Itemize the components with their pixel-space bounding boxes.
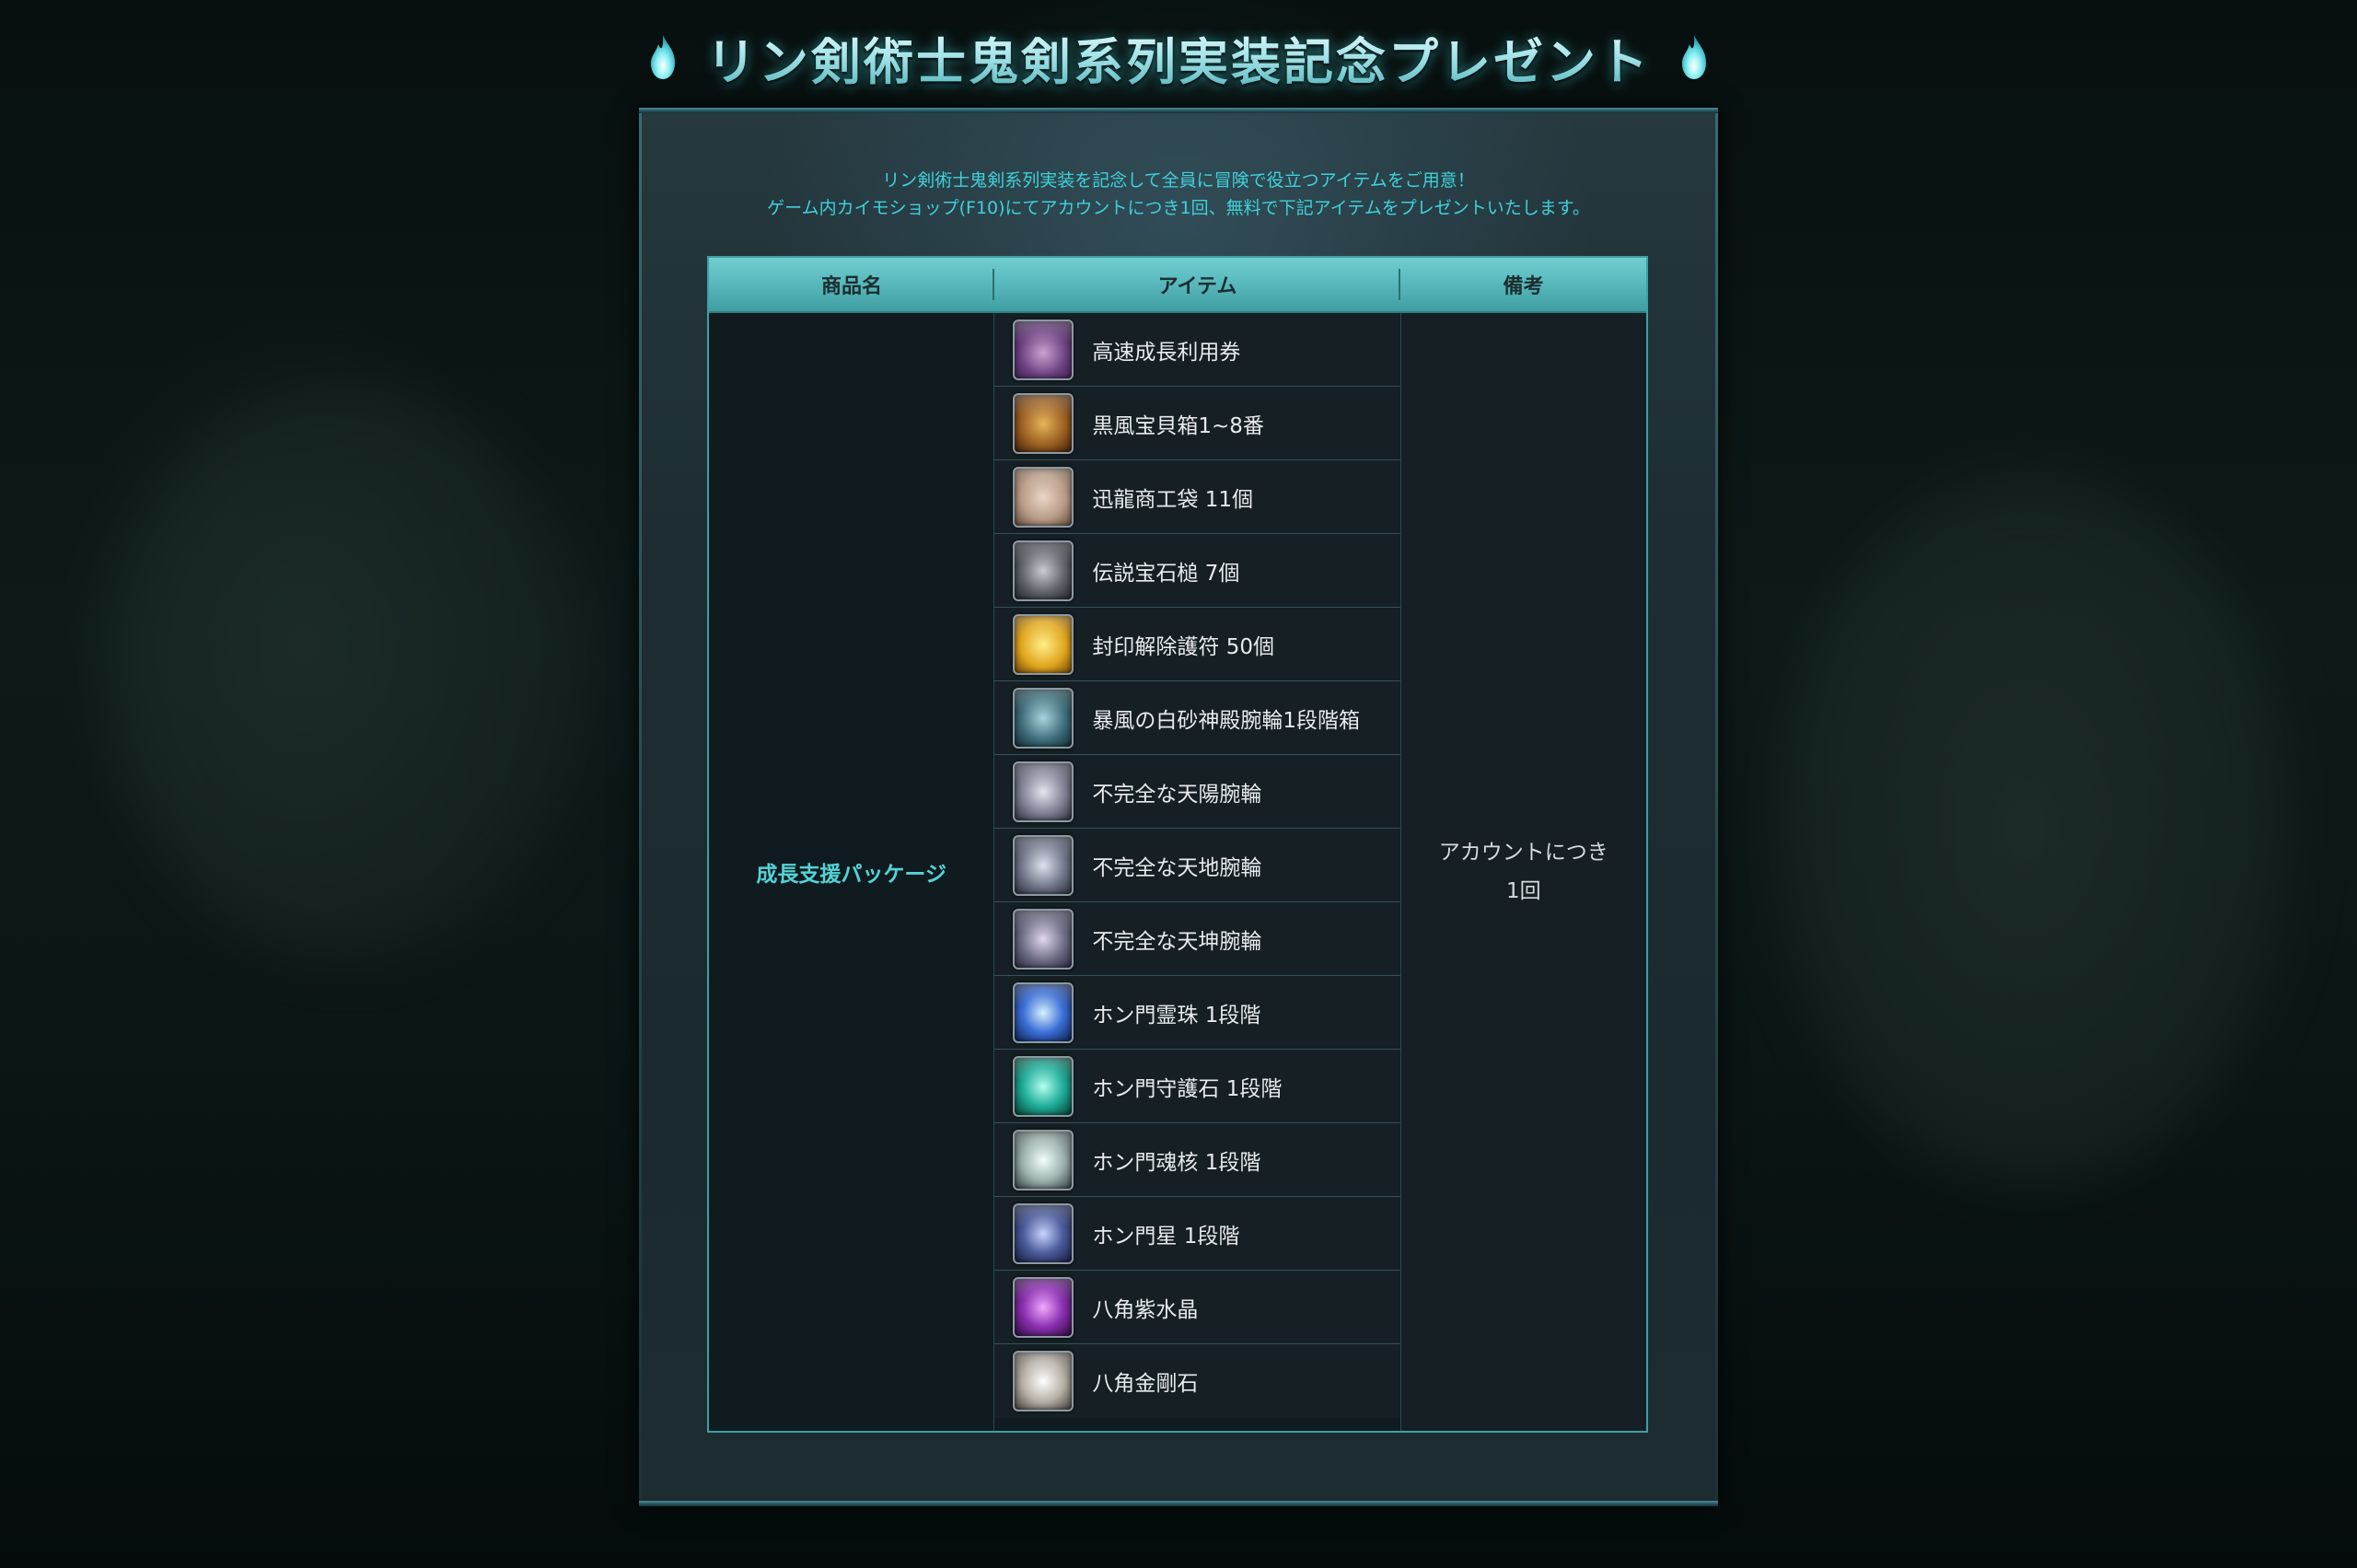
product-cell: 成長支援パッケージ	[709, 313, 995, 1431]
item-name: 高速成長利用券	[1092, 340, 1241, 365]
item-name: ホン門星 1段階	[1092, 1224, 1240, 1249]
content-panel: リン剣術士鬼剣系列実装を記念して全員に冒険で役立つアイテムをご用意！ ゲーム内カ…	[639, 108, 1718, 1506]
item-row: 封印解除護符 50個	[994, 608, 1400, 681]
item-row: ホン門霊珠 1段階	[994, 976, 1400, 1050]
note-text: アカウントにつき 1回	[1439, 833, 1608, 911]
item-name: 封印解除護符 50個	[1092, 634, 1274, 659]
item-row: 伝説宝石槌 7個	[994, 534, 1400, 608]
intro-line-1: リン剣術士鬼剣系列実装を記念して全員に冒険で役立つアイテムをご用意！	[882, 170, 1475, 191]
table-body: 成長支援パッケージ 高速成長利用券 黒風宝貝箱1~8番 迅龍商工袋 11個 伝説…	[709, 313, 1646, 1431]
growth-ticket-icon	[1013, 319, 1074, 380]
panel-bottom-border	[639, 1501, 1718, 1506]
header-note: 備考	[1503, 275, 1544, 298]
item-name: ホン門守護石 1段階	[1092, 1076, 1283, 1101]
amethyst-icon	[1013, 1276, 1074, 1338]
guardian-stone-icon	[1013, 1055, 1074, 1117]
item-row: 高速成長利用券	[994, 313, 1400, 387]
blue-flame-icon	[1682, 35, 1706, 79]
note-line-1: アカウントにつき	[1438, 841, 1608, 865]
note-line-2: 1回	[1505, 879, 1541, 903]
header-product-name: 商品名	[709, 258, 994, 311]
item-row: 不完全な天坤腕輪	[994, 902, 1400, 976]
panel-top-border	[639, 108, 1718, 113]
item-name: 迅龍商工袋 11個	[1092, 487, 1253, 512]
item-row: 黒風宝貝箱1~8番	[994, 387, 1400, 460]
kun-bracelet-icon	[1013, 908, 1074, 970]
item-name: 八角金剛石	[1092, 1372, 1199, 1396]
item-name: 不完全な天陽腕輪	[1092, 782, 1262, 807]
item-row: 不完全な天地腕輪	[994, 829, 1400, 902]
item-name: ホン門霊珠 1段階	[1092, 1003, 1261, 1028]
product-name: 成長支援パッケージ	[756, 863, 946, 887]
item-row: ホン門守護石 1段階	[994, 1050, 1400, 1123]
item-name: 不完全な天地腕輪	[1092, 855, 1262, 880]
page-title: リン剣術士鬼剣系列実装記念プレゼント	[706, 21, 1651, 94]
background-shadow-right	[1777, 479, 2293, 1179]
background-shadow-left	[110, 387, 589, 958]
intro-line-2: ゲーム内カイモショップ(F10)にてアカウントにつき1回、無料で下記アイテムをプ…	[767, 198, 1590, 218]
header-item: アイテム	[994, 258, 1400, 311]
item-row: 八角紫水晶	[994, 1271, 1400, 1344]
item-list: 高速成長利用券 黒風宝貝箱1~8番 迅龍商工袋 11個 伝説宝石槌 7個 封印解…	[994, 313, 1401, 1431]
earth-bracelet-icon	[1013, 834, 1074, 896]
intro-text: リン剣術士鬼剣系列実装を記念して全員に冒険で役立つアイテムをご用意！ ゲーム内カ…	[639, 167, 1718, 222]
treasure-box-icon	[1013, 392, 1074, 454]
bracelet-box-icon	[1013, 687, 1074, 749]
star-icon	[1013, 1202, 1074, 1264]
merchant-bag-icon	[1013, 466, 1074, 528]
item-name: 八角紫水晶	[1092, 1297, 1199, 1322]
seal-charm-icon	[1013, 613, 1074, 675]
item-name: ホン門魂核 1段階	[1092, 1150, 1261, 1175]
item-row: 不完全な天陽腕輪	[994, 755, 1400, 829]
item-name: 不完全な天坤腕輪	[1092, 929, 1262, 954]
panel-left-edge	[639, 113, 642, 1501]
item-name: 伝説宝石槌 7個	[1092, 561, 1240, 586]
item-row: ホン門魂核 1段階	[994, 1123, 1400, 1197]
gem-hammer-icon	[1013, 540, 1074, 601]
item-row: 暴風の白砂神殿腕輪1段階箱	[994, 681, 1400, 755]
panel-right-edge	[1715, 113, 1718, 1501]
item-name: 黒風宝貝箱1~8番	[1092, 413, 1264, 438]
item-row: 八角金剛石	[994, 1344, 1400, 1418]
title-bar: リン剣術士鬼剣系列実装記念プレゼント	[0, 20, 2357, 94]
spirit-orb-icon	[1013, 981, 1074, 1043]
item-name: 暴風の白砂神殿腕輪1段階箱	[1092, 708, 1361, 733]
sun-bracelet-icon	[1013, 761, 1074, 822]
diamond-icon	[1013, 1351, 1074, 1411]
soul-core-icon	[1013, 1129, 1074, 1191]
table-header: 商品名 アイテム 備考	[709, 258, 1646, 313]
gift-table: 商品名 アイテム 備考 成長支援パッケージ 高速成長利用券 黒風宝貝箱1~8番 …	[707, 256, 1648, 1433]
item-row: 迅龍商工袋 11個	[994, 460, 1400, 534]
blue-flame-icon	[651, 35, 675, 79]
item-row: ホン門星 1段階	[994, 1197, 1400, 1271]
note-cell: アカウントにつき 1回	[1400, 313, 1646, 1431]
